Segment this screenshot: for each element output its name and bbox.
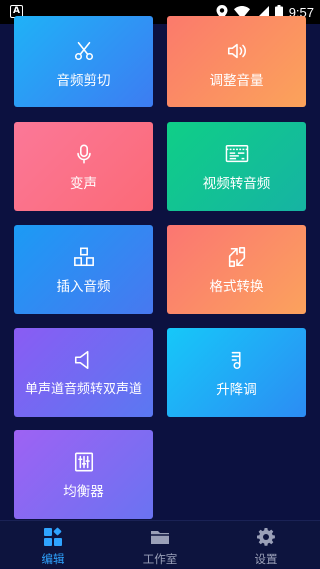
card-audio-cut[interactable]: 音频剪切 — [14, 16, 153, 107]
card-adjust-volume[interactable]: 调整音量 — [167, 16, 306, 107]
video-audio-icon — [225, 145, 248, 163]
card-equalizer[interactable]: 均衡器 — [14, 430, 153, 519]
card-label: 音频剪切 — [56, 73, 111, 89]
card-label: 视频转音频 — [202, 176, 271, 192]
tab-studio[interactable]: 工作室 — [107, 521, 213, 569]
card-label: 升降调 — [216, 382, 257, 398]
tab-edit[interactable]: 编辑 — [0, 521, 106, 569]
card-label: 插入音频 — [56, 279, 111, 295]
microphone-icon — [76, 144, 91, 164]
scissors-icon — [74, 41, 93, 61]
tab-label: 设置 — [254, 552, 278, 566]
tab-label: 编辑 — [41, 552, 65, 566]
card-pitch-shift[interactable]: 升降调 — [167, 328, 306, 417]
card-label: 均衡器 — [63, 484, 104, 500]
card-mono-to-stereo[interactable]: 单声道音频转双声道 — [14, 328, 153, 417]
card-label: 单声道音频转双声道 — [24, 382, 142, 397]
card-label: 变声 — [70, 176, 97, 192]
folder-icon — [151, 531, 169, 544]
insert-blocks-icon — [73, 247, 94, 267]
tab-settings[interactable]: 设置 — [213, 521, 319, 569]
card-label: 调整音量 — [209, 73, 264, 89]
equalizer-icon — [74, 452, 93, 472]
mono-speaker-icon — [74, 350, 88, 370]
card-format-convert[interactable]: 格式转换 — [167, 225, 306, 314]
pitch-note-icon — [231, 351, 241, 370]
card-label: 格式转换 — [209, 279, 264, 295]
edit-grid-icon — [44, 527, 62, 546]
convert-icon — [228, 247, 245, 267]
card-voice-change[interactable]: 变声 — [14, 122, 153, 211]
gear-icon — [257, 528, 275, 546]
card-insert-audio[interactable]: 插入音频 — [14, 225, 153, 314]
tab-label: 工作室 — [142, 552, 178, 566]
bottom-tab-bar: 编辑 工作室 设置 — [0, 520, 320, 568]
card-video-to-audio[interactable]: 视频转音频 — [167, 122, 306, 211]
speaker-icon — [227, 43, 246, 59]
